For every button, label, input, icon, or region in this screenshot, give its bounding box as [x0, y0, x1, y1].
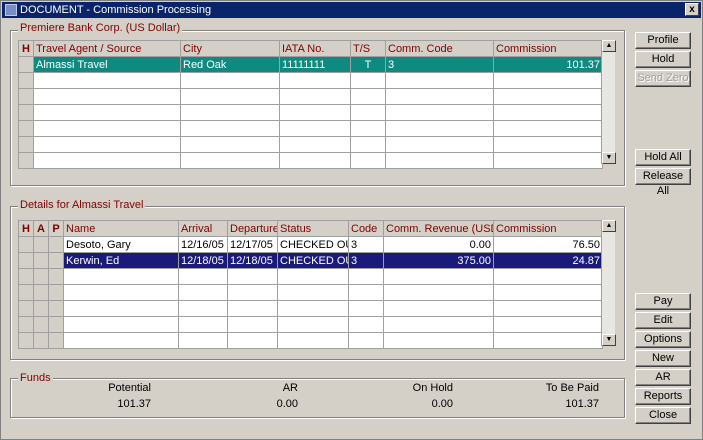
guest-status: CHECKED OUT — [277, 236, 349, 253]
row-selector[interactable] — [18, 56, 34, 73]
guest-revenue: 375.00 — [383, 252, 494, 269]
guest-commission: 76.50 — [493, 236, 603, 253]
reports-button[interactable]: Reports — [635, 388, 691, 405]
guest-code: 3 — [348, 252, 384, 269]
scroll-down-icon[interactable]: ▼ — [602, 334, 616, 346]
options-button[interactable]: Options — [635, 331, 691, 348]
table-row[interactable] — [18, 316, 603, 333]
col-header-revenue[interactable]: Comm. Revenue (USD) — [383, 220, 494, 237]
col-header-departure[interactable]: Departure — [227, 220, 278, 237]
agent-commission: 101.37 — [493, 56, 603, 73]
edit-button[interactable]: Edit — [635, 312, 691, 329]
scroll-up-icon[interactable]: ▲ — [602, 40, 616, 52]
table-row[interactable] — [18, 72, 603, 89]
guest-name: Kerwin, Ed — [63, 252, 179, 269]
ar-value: 0.00 — [276, 398, 298, 410]
agents-scrollbar[interactable]: ▲ ▼ — [601, 40, 616, 164]
col-header-comm-code[interactable]: Comm. Code — [385, 40, 494, 57]
col-header-city[interactable]: City — [180, 40, 280, 57]
onhold-value: 0.00 — [431, 398, 453, 410]
table-row[interactable]: Kerwin, Ed 12/18/05 12/18/05 CHECKED OUT… — [18, 252, 603, 269]
agents-group-title: Premiere Bank Corp. (US Dollar) — [18, 22, 183, 34]
profile-button[interactable]: Profile — [635, 32, 691, 49]
table-row[interactable] — [18, 300, 603, 317]
table-row[interactable] — [18, 104, 603, 121]
hold-all-button[interactable]: Hold All — [635, 149, 691, 166]
col-header-status[interactable]: Status — [277, 220, 349, 237]
table-row[interactable]: Almassi Travel Red Oak 11111111 T 3 101.… — [18, 56, 603, 73]
send-zero-button[interactable]: Send Zero — [635, 70, 691, 87]
tobepaid-label: To Be Paid — [545, 382, 599, 394]
window-title: DOCUMENT - Commission Processing — [20, 4, 212, 16]
col-header-ts[interactable]: T/S — [350, 40, 386, 57]
details-group-title: Details for Almassi Travel — [18, 199, 146, 211]
agent-comm-code: 3 — [385, 56, 494, 73]
agent-iata: 11111111 — [279, 56, 351, 73]
guest-revenue: 0.00 — [383, 236, 494, 253]
table-row[interactable] — [18, 136, 603, 153]
guest-arrival: 12/16/05 — [178, 236, 228, 253]
release-all-button[interactable]: Release All — [635, 168, 691, 197]
guest-departure: 12/17/05 — [227, 236, 278, 253]
guest-commission: 24.87 — [493, 252, 603, 269]
agent-city: Red Oak — [180, 56, 280, 73]
potential-value: 101.37 — [117, 398, 151, 410]
funds-group-title: Funds — [18, 372, 53, 384]
col-header-name[interactable]: Name — [63, 220, 179, 237]
app-icon — [5, 4, 17, 16]
commission-processing-window: DOCUMENT - Commission Processing x Premi… — [0, 0, 703, 440]
table-row[interactable] — [18, 120, 603, 137]
table-row[interactable] — [18, 284, 603, 301]
table-row[interactable] — [18, 88, 603, 105]
ar-button[interactable]: AR — [635, 369, 691, 386]
col-header-arrival[interactable]: Arrival — [178, 220, 228, 237]
guest-arrival: 12/18/05 — [178, 252, 228, 269]
col-header-h[interactable]: H — [18, 40, 34, 57]
col-header-iata[interactable]: IATA No. — [279, 40, 351, 57]
guest-status: CHECKED OUT — [277, 252, 349, 269]
guest-departure: 12/18/05 — [227, 252, 278, 269]
table-row[interactable]: Desoto, Gary 12/16/05 12/17/05 CHECKED O… — [18, 236, 603, 253]
col-header-h[interactable]: H — [18, 220, 34, 237]
col-header-code[interactable]: Code — [348, 220, 384, 237]
guest-code: 3 — [348, 236, 384, 253]
onhold-label: On Hold — [412, 382, 453, 394]
close-window-button[interactable]: x — [685, 3, 699, 16]
new-button[interactable]: New — [635, 350, 691, 367]
title-bar: DOCUMENT - Commission Processing x — [2, 2, 701, 18]
pay-button[interactable]: Pay — [635, 293, 691, 310]
agents-header-row: H Travel Agent / Source City IATA No. T/… — [18, 40, 603, 57]
col-header-a[interactable]: A — [33, 220, 49, 237]
hold-button[interactable]: Hold — [635, 51, 691, 68]
col-header-commission[interactable]: Commission — [493, 40, 603, 57]
tobepaid-value: 101.37 — [565, 398, 599, 410]
table-row[interactable] — [18, 332, 603, 349]
table-row[interactable] — [18, 268, 603, 285]
col-header-commission[interactable]: Commission — [493, 220, 603, 237]
col-header-p[interactable]: P — [48, 220, 64, 237]
table-row[interactable] — [18, 152, 603, 169]
scroll-up-icon[interactable]: ▲ — [602, 220, 616, 232]
ar-label: AR — [282, 382, 298, 394]
agent-name: Almassi Travel — [33, 56, 181, 73]
details-header-row: H A P Name Arrival Departure Status Code… — [18, 220, 603, 237]
col-header-travel-agent[interactable]: Travel Agent / Source — [33, 40, 181, 57]
details-scrollbar[interactable]: ▲ ▼ — [601, 220, 616, 346]
details-table: H A P Name Arrival Departure Status Code… — [18, 220, 603, 349]
potential-label: Potential — [108, 382, 151, 394]
scroll-down-icon[interactable]: ▼ — [602, 152, 616, 164]
guest-name: Desoto, Gary — [63, 236, 179, 253]
agent-ts: T — [350, 56, 386, 73]
agents-table: H Travel Agent / Source City IATA No. T/… — [18, 40, 603, 169]
close-button[interactable]: Close — [635, 407, 691, 424]
